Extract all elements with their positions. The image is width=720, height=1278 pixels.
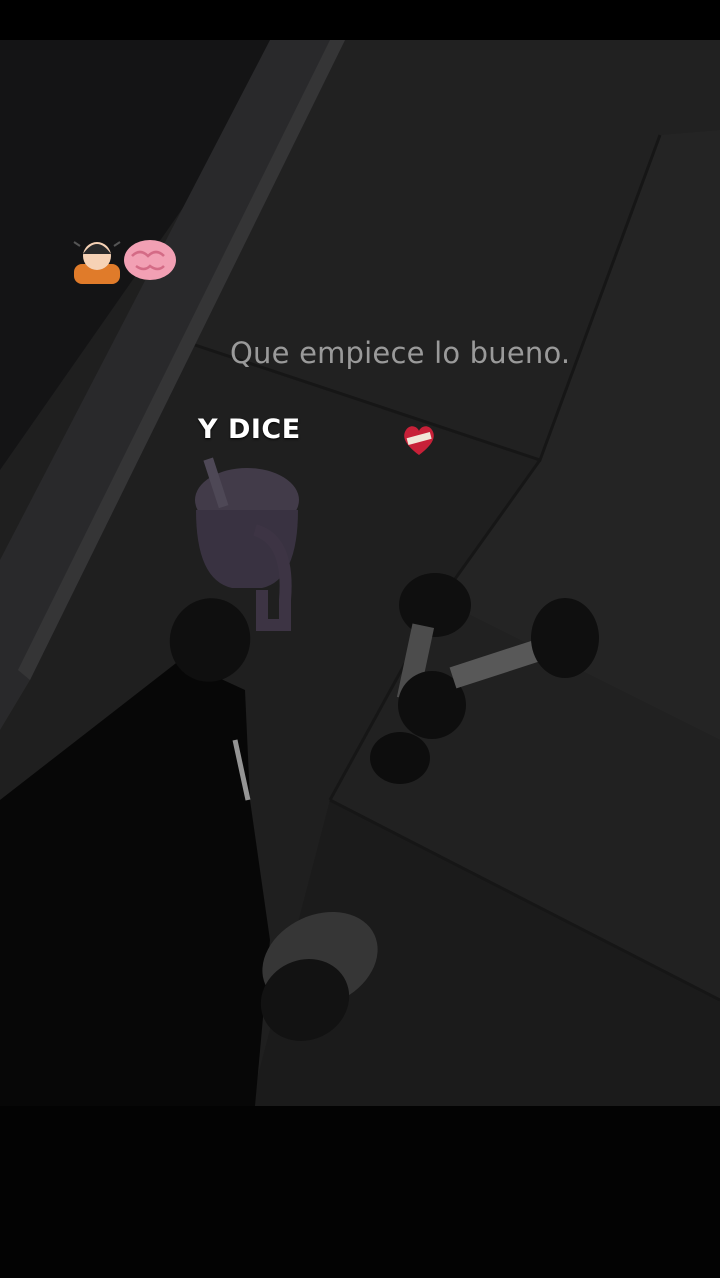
bottom-black-band	[0, 1106, 720, 1278]
brain-icon	[124, 240, 176, 280]
person-bowing-icon	[73, 241, 121, 284]
caption-text: Que empiece lo bueno.	[230, 336, 571, 370]
gym-scene	[0, 40, 720, 1106]
gym-floor-photo	[0, 40, 720, 1106]
overlay-text: Y DICE	[198, 414, 301, 445]
person-brain-sticker	[73, 240, 176, 284]
mending-heart-icon	[404, 426, 434, 455]
top-black-band	[0, 0, 720, 40]
